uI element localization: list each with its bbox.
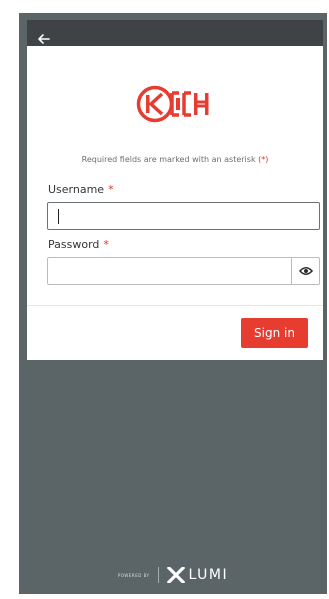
- username-label: Username *: [48, 183, 114, 196]
- arrow-left-icon[interactable]: [37, 32, 51, 46]
- password-required-asterisk: *: [103, 238, 109, 251]
- password-label: Password *: [48, 238, 109, 251]
- required-fields-note: Required fields are marked with an aster…: [27, 155, 323, 164]
- login-card: Required fields are marked with an aster…: [27, 46, 323, 360]
- x-logo-icon: [166, 567, 185, 583]
- app-screen: Required fields are marked with an aster…: [19, 13, 327, 594]
- powered-by-text: POWERED BY: [117, 572, 150, 578]
- password-label-text: Password: [48, 238, 100, 251]
- show-password-button[interactable]: [291, 258, 319, 284]
- footer-separator: [157, 567, 159, 583]
- text-caret: [58, 209, 59, 224]
- username-label-text: Username: [48, 183, 105, 196]
- password-input[interactable]: [47, 257, 320, 285]
- sign-in-button[interactable]: Sign in: [241, 318, 308, 348]
- username-required-asterisk: *: [108, 183, 114, 196]
- divider: [27, 305, 323, 306]
- username-input[interactable]: [47, 202, 320, 230]
- footer: POWERED BY LUMI: [19, 565, 327, 585]
- lumi-brand-text: LUMI: [188, 567, 229, 583]
- required-note-text: Required fields are marked with an aster…: [81, 155, 256, 164]
- eye-icon: [298, 266, 313, 276]
- lumi-brand: LUMI: [166, 567, 229, 583]
- brand-logo: [136, 85, 209, 123]
- required-note-marker: (*): [258, 155, 269, 164]
